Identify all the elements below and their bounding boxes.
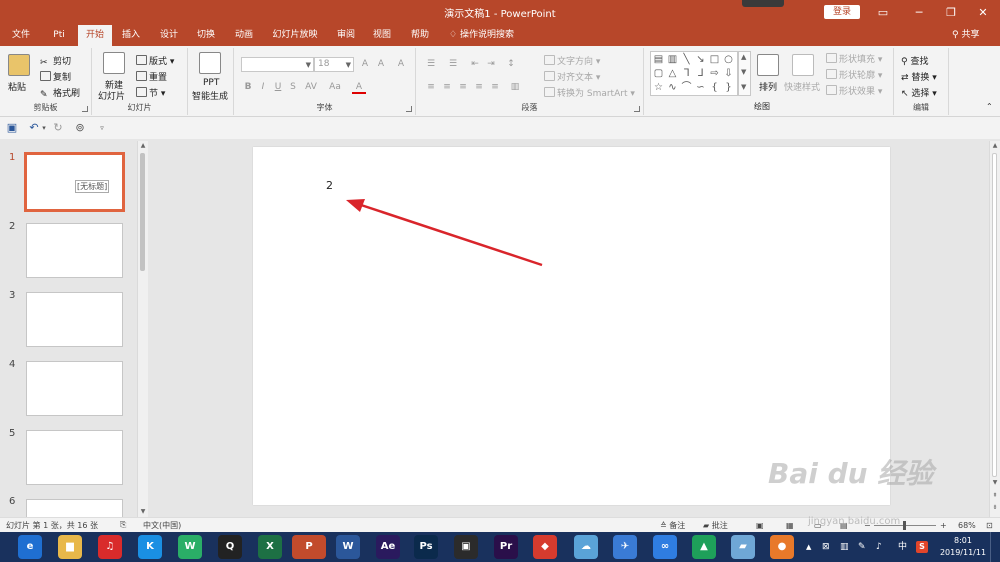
scroll-down-icon[interactable]: ▼	[990, 478, 1000, 488]
notes-button[interactable]: ≙ 备注	[660, 519, 685, 532]
taskbar-app[interactable]: W	[178, 535, 202, 559]
taskbar-app[interactable]: ▣	[454, 535, 478, 559]
clock[interactable]: 8:01 2019/11/11	[938, 535, 988, 559]
watermark-url: jingyan.baidu.com	[808, 516, 901, 527]
taskbar-app-powerpoint[interactable]: P	[292, 535, 326, 559]
taskbar-app[interactable]: Q	[218, 535, 242, 559]
taskbar-app[interactable]: Ps	[414, 535, 438, 559]
powerpoint-window: 演示文稿1 - PowerPoint 登录 ▭ ─ ❐ ✕ 文件 Pti 开始 …	[0, 0, 1000, 562]
taskbar-app[interactable]: e	[18, 535, 42, 559]
taskbar-app[interactable]: X	[258, 535, 282, 559]
taskbar-app[interactable]: ♫	[98, 535, 122, 559]
language-indicator[interactable]: 中文(中国)	[143, 520, 181, 531]
zoom-slider-thumb[interactable]	[903, 521, 906, 530]
tray-expand-icon[interactable]: ▲	[806, 532, 811, 562]
taskbar-app[interactable]: ▲	[692, 535, 716, 559]
slide-counter: 幻灯片 第 1 张，共 16 张	[6, 521, 98, 530]
taskbar-app[interactable]: K	[138, 535, 162, 559]
taskbar-app[interactable]: ▆	[58, 535, 82, 559]
ime-indicator[interactable]: 中	[898, 532, 907, 562]
fit-slide-icon[interactable]: ⊡	[986, 519, 993, 532]
clock-time: 8:01	[954, 536, 972, 545]
comments-label: 批注	[711, 521, 728, 530]
taskbar-app[interactable]: Pr	[494, 535, 518, 559]
show-desktop-button[interactable]	[990, 532, 1000, 562]
taskbar-app[interactable]: ✈	[613, 535, 637, 559]
zoom-level[interactable]: 68%	[958, 519, 976, 532]
arrow-shaft	[357, 202, 543, 267]
taskbar-app[interactable]: W	[336, 535, 360, 559]
zoom-in-button[interactable]: +	[940, 519, 947, 532]
slide-scroll-thumb[interactable]	[992, 153, 997, 477]
sogou-ime-icon[interactable]: S	[916, 541, 928, 553]
next-slide-icon[interactable]: ⇟	[990, 503, 1000, 513]
slide-scrollbar[interactable]: ▲ ▼ ⇞ ⇟	[989, 141, 1000, 517]
taskbar-app[interactable]: ☁	[574, 535, 598, 559]
arrow-head	[346, 199, 365, 212]
notes-label: 备注	[669, 521, 686, 530]
clock-date: 2019/11/11	[939, 548, 987, 557]
taskbar-app[interactable]: ●	[770, 535, 794, 559]
scroll-up-icon[interactable]: ▲	[990, 141, 1000, 151]
normal-view-icon[interactable]: ▣	[756, 519, 764, 532]
network-status-icon[interactable]: ⊠	[822, 532, 830, 562]
comments-button[interactable]: ▰ 批注	[703, 519, 728, 532]
taskbar-app[interactable]: Ae	[376, 535, 400, 559]
taskbar-app[interactable]: ▰	[731, 535, 755, 559]
speaker-icon[interactable]: ♪	[876, 532, 882, 562]
taskbar-app[interactable]: ◆	[533, 535, 557, 559]
taskbar-app[interactable]: ∞	[653, 535, 677, 559]
previous-slide-icon[interactable]: ⇞	[990, 491, 1000, 501]
network-icon[interactable]: ▥	[840, 532, 849, 562]
slide-sorter-icon[interactable]: ▦	[786, 519, 794, 532]
comment-icon: ▰	[703, 521, 712, 530]
pen-tray-icon[interactable]: ✎	[858, 532, 866, 562]
notes-icon: ≙	[660, 521, 670, 530]
taskbar: e ▆ ♫ K W Q X P W Ae Ps ▣ Pr ◆ ☁ ✈ ∞ ▲ ▰…	[0, 532, 1000, 562]
baidu-watermark: Bai du 经验	[768, 457, 934, 490]
spellcheck-icon[interactable]: ⎘	[120, 520, 126, 530]
